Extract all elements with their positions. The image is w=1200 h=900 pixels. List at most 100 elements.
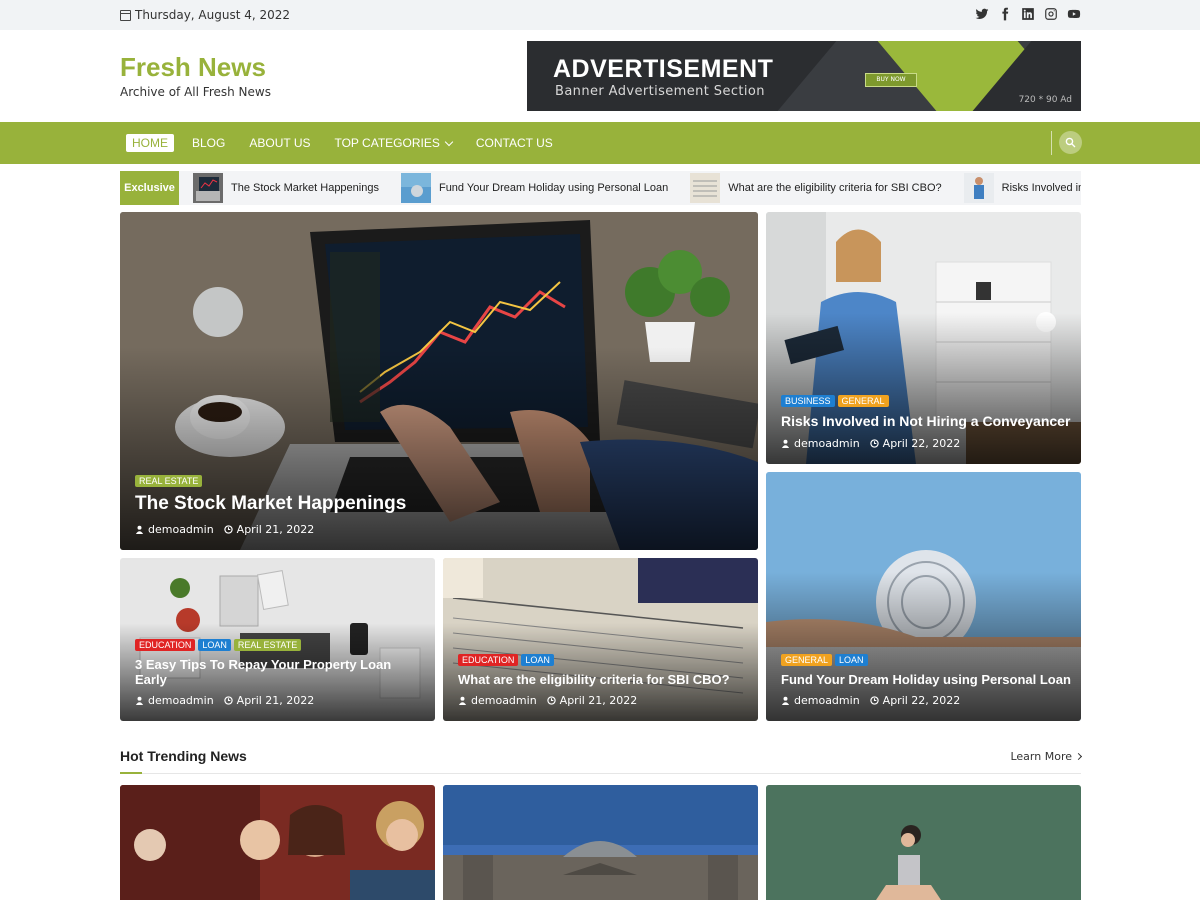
clock-icon [223, 525, 233, 534]
card-title[interactable]: Fund Your Dream Holiday using Personal L… [781, 672, 1071, 687]
author-name: demoadmin [471, 694, 537, 707]
ticker-item[interactable]: What are the eligibility criteria for SB… [690, 173, 942, 203]
card-meta: REAL ESTATE The Stock Market Happenings … [135, 475, 748, 536]
user-icon [458, 696, 467, 705]
author-name: demoadmin [794, 694, 860, 707]
learn-more-label: Learn More [1010, 750, 1072, 763]
category-tag[interactable]: GENERAL [837, 395, 889, 407]
nav-label: ABOUT US [249, 136, 311, 150]
card-meta: EDUCATION LOAN REAL ESTATE 3 Easy Tips T… [135, 639, 425, 707]
category-tag[interactable]: EDUCATION [458, 654, 519, 666]
ad-size-label: 720 * 90 Ad [1018, 95, 1072, 105]
author[interactable]: demoadmin [135, 694, 214, 707]
linkedin-icon[interactable] [1021, 7, 1035, 21]
trending-section-header: Hot Trending News Learn More [120, 748, 1083, 774]
user-icon [135, 525, 144, 534]
nav-label: BLOG [192, 136, 226, 150]
author[interactable]: demoadmin [458, 694, 537, 707]
category-tag[interactable]: LOAN [521, 654, 554, 666]
ticker-text: What are the eligibility criteria for SB… [728, 182, 942, 194]
category-tag[interactable]: BUSINESS [781, 395, 835, 407]
clock-icon [869, 696, 879, 705]
clock-icon [546, 696, 556, 705]
facebook-icon[interactable] [998, 7, 1012, 21]
trending-card[interactable] [443, 785, 758, 900]
category-tag[interactable]: EDUCATION [135, 639, 196, 651]
author[interactable]: demoadmin [781, 694, 860, 707]
category-tag[interactable]: LOAN [198, 639, 231, 651]
site-header: Fresh News Archive of All Fresh News ADV… [0, 30, 1200, 122]
ticker-thumbnail [690, 173, 721, 203]
card-tags: GENERAL LOAN [781, 654, 1071, 666]
trending-card[interactable] [120, 785, 435, 900]
ticker-item[interactable]: The Stock Market Happenings [193, 173, 379, 203]
nav-menu: HOME BLOG ABOUT US TOP CATEGORIES CONTAC… [126, 134, 571, 152]
date-text: April 21, 2022 [236, 523, 315, 536]
nav-item-home[interactable]: HOME [126, 134, 174, 152]
author-name: demoadmin [148, 694, 214, 707]
site-title[interactable]: Fresh News [120, 52, 266, 83]
ad-title: ADVERTISEMENT [553, 55, 774, 83]
date-text: April 22, 2022 [882, 437, 961, 450]
featured-main-card[interactable]: REAL ESTATE The Stock Market Happenings … [120, 212, 758, 550]
instagram-icon[interactable] [1044, 7, 1058, 21]
twitter-icon[interactable] [975, 7, 989, 21]
search-button[interactable] [1059, 131, 1082, 154]
nav-item-about-us[interactable]: ABOUT US [243, 134, 316, 152]
trending-image [766, 785, 1081, 900]
card-tags: REAL ESTATE [135, 475, 748, 487]
card-meta: GENERAL LOAN Fund Your Dream Holiday usi… [781, 654, 1071, 707]
trending-image [120, 785, 435, 900]
site-tagline: Archive of All Fresh News [120, 85, 271, 99]
featured-bottom-mid-card[interactable]: EDUCATION LOAN What are the eligibility … [443, 558, 758, 721]
trending-card[interactable] [766, 785, 1081, 900]
section-title-underline [120, 772, 142, 774]
user-icon [781, 439, 790, 448]
advertisement-banner[interactable]: ADVERTISEMENT Banner Advertisement Secti… [527, 41, 1081, 111]
card-meta: EDUCATION LOAN What are the eligibility … [458, 654, 748, 707]
ticker-thumbnail [193, 173, 223, 203]
ticker-item[interactable]: Risks Involved in Not Hiring a Conveyanc… [963, 173, 1081, 203]
date-text: April 22, 2022 [882, 694, 961, 707]
featured-right-top-card[interactable]: BUSINESS GENERAL Risks Involved in Not H… [766, 212, 1081, 464]
user-icon [781, 696, 790, 705]
youtube-icon[interactable] [1067, 7, 1081, 21]
category-tag[interactable]: GENERAL [781, 654, 833, 666]
learn-more-link[interactable]: Learn More [1010, 750, 1083, 763]
card-byline: demoadmin April 21, 2022 [458, 694, 748, 707]
card-title[interactable]: Risks Involved in Not Hiring a Conveyanc… [781, 413, 1071, 429]
author[interactable]: demoadmin [135, 523, 214, 536]
post-date[interactable]: April 21, 2022 [546, 694, 638, 707]
date-text: Thursday, August 4, 2022 [135, 8, 291, 22]
clock-icon [223, 696, 233, 705]
ad-buy-now-button[interactable]: BUY NOW [865, 73, 917, 87]
card-title[interactable]: What are the eligibility criteria for SB… [458, 672, 748, 687]
featured-right-bottom-card[interactable]: GENERAL LOAN Fund Your Dream Holiday usi… [766, 472, 1081, 721]
featured-bottom-left-card[interactable]: EDUCATION LOAN REAL ESTATE 3 Easy Tips T… [120, 558, 435, 721]
nav-item-contact-us[interactable]: CONTACT US [470, 134, 559, 152]
post-date[interactable]: April 22, 2022 [869, 694, 961, 707]
nav-item-blog[interactable]: BLOG [186, 134, 231, 152]
category-tag[interactable]: LOAN [835, 654, 868, 666]
post-date[interactable]: April 21, 2022 [223, 694, 315, 707]
nav-label: CONTACT US [475, 136, 553, 150]
post-date[interactable]: April 22, 2022 [869, 437, 961, 450]
card-title[interactable]: 3 Easy Tips To Repay Your Property Loan … [135, 657, 425, 687]
top-bar: Thursday, August 4, 2022 [0, 0, 1200, 30]
post-date[interactable]: April 21, 2022 [223, 523, 315, 536]
nav-label: HOME [132, 136, 168, 150]
card-tags: EDUCATION LOAN REAL ESTATE [135, 639, 425, 651]
date-text: April 21, 2022 [236, 694, 315, 707]
card-title[interactable]: The Stock Market Happenings [135, 493, 748, 515]
ticker-item[interactable]: Fund Your Dream Holiday using Personal L… [400, 173, 668, 203]
card-byline: demoadmin April 22, 2022 [781, 694, 1071, 707]
category-tag[interactable]: REAL ESTATE [233, 639, 302, 651]
date-text: April 21, 2022 [559, 694, 638, 707]
ticker-thumbnail [400, 173, 431, 203]
main-navigation: HOME BLOG ABOUT US TOP CATEGORIES CONTAC… [0, 122, 1200, 164]
author[interactable]: demoadmin [781, 437, 860, 450]
chevron-down-icon [444, 137, 454, 146]
nav-item-top-categories[interactable]: TOP CATEGORIES [328, 134, 457, 152]
category-tag[interactable]: REAL ESTATE [135, 475, 203, 487]
clock-icon [869, 439, 879, 448]
